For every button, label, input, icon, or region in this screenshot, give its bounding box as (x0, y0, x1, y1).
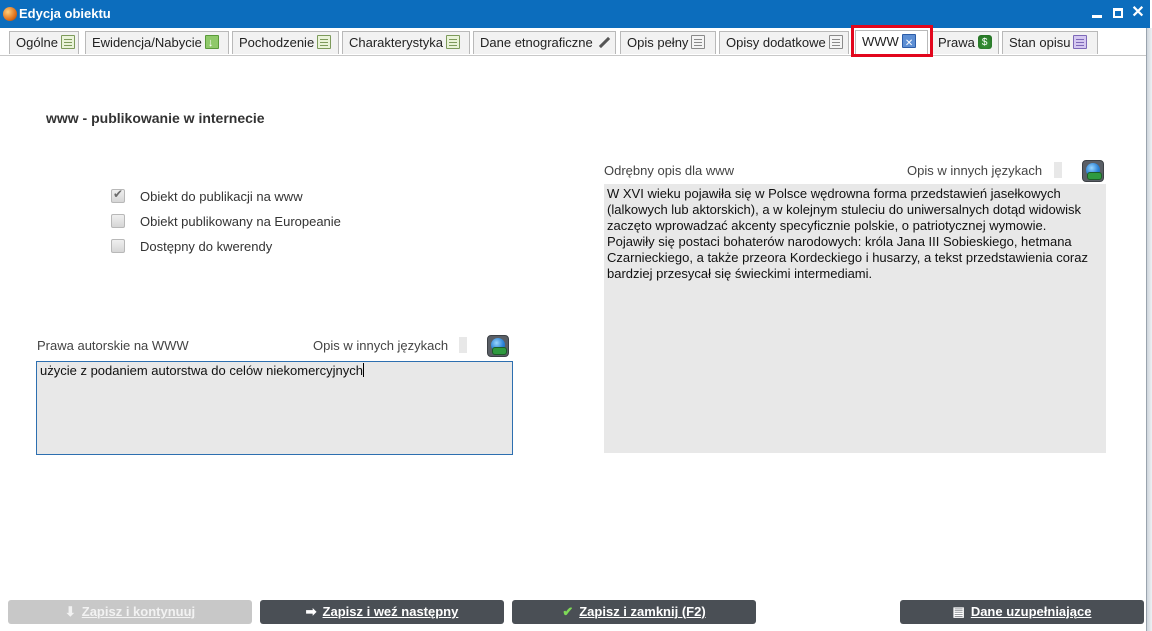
window-title: Edycja obiektu (19, 6, 111, 21)
tab-bar: Ogólne Ewidencja/Nabycie Pochodzenie Cha… (0, 28, 1146, 56)
extra-data-label: Dane uzupełniające (970, 604, 1092, 619)
close-button[interactable]: ✕ (1129, 3, 1147, 23)
rights-other-languages-label: Opis w innych językach (313, 338, 449, 353)
rights-languages-button[interactable] (487, 335, 509, 357)
www-icon (901, 33, 916, 48)
tab-pochodzenie[interactable]: Pochodzenie (232, 31, 339, 54)
save-continue-label: Zapisz i kontynuuj (81, 604, 196, 619)
www-other-languages-label: Opis w innych językach (907, 163, 1043, 178)
tab-label: Opis pełny (627, 35, 689, 50)
text-caret (363, 363, 364, 377)
tab-label: Prawa (938, 35, 975, 50)
checkbox-box[interactable] (111, 187, 125, 203)
tab-opisy-dodatkowe[interactable]: Opisy dodatkowe (719, 31, 849, 54)
tab-label: Pochodzenie (239, 35, 315, 50)
checkmark-icon: ✔ (562, 604, 574, 619)
save-continue-button[interactable]: ⬇ Zapisz i kontynuuj (8, 600, 252, 624)
checkbox-label: Dostępny do kwerendy (140, 239, 273, 254)
tab-www[interactable]: WWW (855, 30, 928, 55)
rights-textarea[interactable]: użycie z podaniem autorstwa do celów nie… (36, 361, 513, 455)
checkbox-label: Obiekt do publikacji na www (140, 189, 303, 204)
tab-label: Charakterystyka (349, 35, 443, 50)
money-icon (977, 32, 992, 49)
www-languages-button[interactable] (1082, 160, 1104, 182)
tab-ogolne[interactable]: Ogólne (9, 31, 79, 54)
tab-label: Opisy dodatkowe (726, 35, 826, 50)
rights-label: Prawa autorskie na WWW (37, 338, 189, 353)
window-edge (1146, 28, 1152, 631)
pen-icon (596, 35, 610, 49)
tab-label: Dane etnograficzne (480, 35, 593, 50)
window-titlebar: Edycja obiektu ✕ (0, 0, 1150, 28)
document-icon (691, 35, 706, 49)
download-icon (204, 33, 219, 49)
document-icon (828, 35, 843, 49)
tab-charakterystyka[interactable]: Charakterystyka (342, 31, 470, 54)
extra-data-button[interactable]: ▤ Dane uzupełniające (900, 600, 1144, 624)
list-icon (60, 35, 75, 49)
tab-dane-etnograficzne[interactable]: Dane etnograficzne (473, 31, 616, 54)
document-icon: ▤ (952, 604, 965, 619)
save-close-button[interactable]: ✔ Zapisz i zamknij (F2) (512, 600, 756, 624)
list-icon (317, 35, 332, 49)
maximize-button[interactable] (1109, 3, 1127, 23)
save-next-button[interactable]: ➡ Zapisz i weź następny (260, 600, 504, 624)
section-title: www - publikowanie w internecie (46, 110, 265, 126)
tab-prawa[interactable]: Prawa (931, 31, 999, 54)
maximize-icon (1113, 8, 1123, 18)
close-icon: ✕ (1131, 4, 1145, 21)
tab-label: Ewidencja/Nabycie (92, 35, 202, 50)
minimize-button[interactable] (1088, 3, 1106, 23)
app-logo-icon (3, 7, 17, 21)
checkbox-box[interactable] (111, 239, 125, 253)
tab-label: Ogólne (16, 35, 58, 50)
checkbox-box[interactable] (111, 214, 125, 228)
list-icon (445, 35, 460, 49)
save-next-label: Zapisz i weź następny (322, 604, 459, 619)
next-arrow-icon: ➡ (305, 604, 317, 619)
www-language-indicator (1054, 162, 1062, 178)
tab-opis-pelny[interactable]: Opis pełny (620, 31, 716, 54)
tab-ewidencja-nabycie[interactable]: Ewidencja/Nabycie (85, 31, 229, 54)
checkbox-label: Obiekt publikowany na Europeanie (140, 214, 341, 229)
minimize-icon (1092, 15, 1102, 18)
rights-text: użycie z podaniem autorstwa do celów nie… (40, 363, 363, 378)
tab-label: Stan opisu (1009, 35, 1071, 50)
rights-language-indicator (459, 337, 467, 353)
tab-stan-opisu[interactable]: Stan opisu (1002, 31, 1098, 54)
www-description-textarea[interactable]: W XVI wieku pojawiła się w Polsce wędrow… (604, 184, 1106, 453)
www-description-label: Odrębny opis dla www (604, 163, 735, 178)
tab-label: WWW (862, 34, 899, 49)
status-icon (1073, 35, 1088, 49)
save-close-label: Zapisz i zamknij (F2) (579, 604, 706, 619)
download-icon: ⬇ (64, 604, 76, 619)
